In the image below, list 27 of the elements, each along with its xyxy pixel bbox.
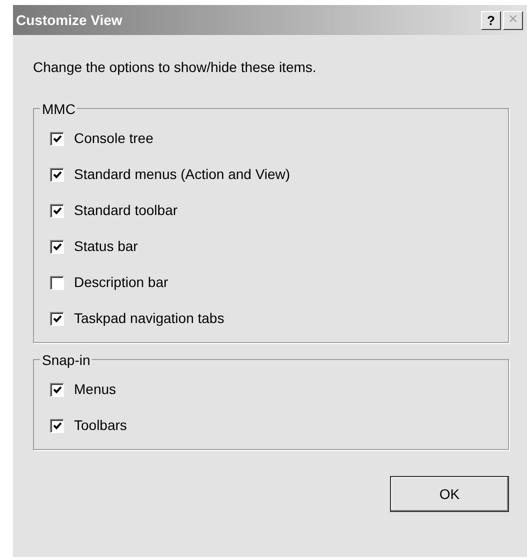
checkmark-icon: [52, 386, 62, 394]
checkbox[interactable]: [50, 382, 64, 396]
checkbox[interactable]: [50, 240, 64, 254]
instruction-text: Change the options to show/hide these items.: [33, 58, 318, 77]
window-title: Customize View: [16, 10, 124, 30]
checkmark-icon: [52, 134, 62, 142]
checkmark-icon: [52, 422, 62, 430]
checkbox[interactable]: [50, 418, 64, 432]
checkbox[interactable]: [50, 312, 64, 326]
option-label: Standard menus (Action and View): [74, 165, 290, 184]
option-label: Console tree: [74, 129, 154, 148]
ok-button[interactable]: OK: [390, 476, 509, 512]
checkmark-icon: [52, 242, 62, 250]
checkmark-icon: [52, 314, 62, 322]
option-label: Taskpad navigation tabs: [74, 309, 224, 328]
checkmark-icon: [52, 170, 62, 178]
help-button[interactable]: ?: [481, 10, 501, 30]
checkbox[interactable]: [50, 168, 64, 182]
checkbox[interactable]: [50, 204, 64, 218]
option-label: Description bar: [74, 273, 168, 292]
option-label: Toolbars: [74, 416, 127, 435]
option-label: Menus: [74, 380, 116, 399]
checkmark-icon: [52, 206, 62, 214]
checkbox[interactable]: [50, 276, 64, 290]
checkbox[interactable]: [50, 132, 64, 146]
option-label: Standard toolbar: [74, 201, 178, 220]
option-label: Status bar: [74, 237, 138, 256]
